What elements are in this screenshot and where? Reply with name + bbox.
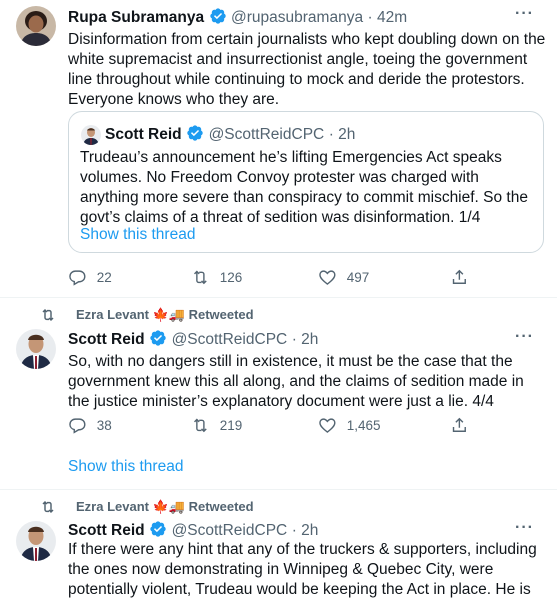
tweet-text: So, with no dangers still in existence, … — [68, 353, 524, 410]
display-name[interactable]: Scott Reid — [68, 522, 145, 539]
quote-timestamp: · 2h — [328, 126, 356, 143]
more-options-icon[interactable]: ··· — [515, 5, 534, 23]
reply-count: 22 — [96, 269, 112, 285]
reply-icon — [69, 270, 86, 286]
retweet-icon — [42, 308, 54, 322]
like-count: 1,465 — [346, 417, 381, 433]
avatar[interactable] — [16, 521, 56, 561]
retweeted-by-label: Ezra Levant 🍁🚚 Retweeted — [76, 307, 254, 322]
share-icon — [452, 417, 466, 432]
timestamp[interactable]: · 2h — [292, 331, 319, 348]
timestamp[interactable]: · 2h — [292, 522, 319, 539]
reply-button[interactable]: 22 — [68, 268, 112, 287]
like-button[interactable]: 1,465 — [318, 416, 381, 435]
show-this-thread-link[interactable]: Show this thread — [80, 226, 195, 244]
like-count: 497 — [346, 269, 370, 285]
timestamp[interactable]: · 42m — [368, 9, 408, 26]
retweet-count: 219 — [219, 417, 243, 433]
handle[interactable]: @ScottReidCPC — [172, 331, 288, 348]
heart-icon — [319, 418, 336, 433]
share-icon — [452, 269, 466, 284]
quoted-tweet[interactable]: Scott Reid @ScottReidCPC · 2h Trudeau’s … — [68, 111, 544, 253]
display-name[interactable]: Rupa Subramanya — [68, 9, 204, 26]
quote-handle: @ScottReidCPC — [208, 126, 325, 143]
share-button[interactable] — [450, 268, 469, 287]
retweet-button[interactable]: 126 — [191, 268, 242, 287]
retweet-context[interactable]: Ezra Levant 🍁🚚 Retweeted — [40, 307, 254, 323]
handle[interactable]: @ScottReidCPC — [172, 522, 288, 539]
retweet-context[interactable]: Ezra Levant 🍁🚚 Retweeted — [40, 499, 254, 515]
quote-display-name: Scott Reid — [105, 126, 182, 143]
verified-badge-icon — [187, 125, 203, 141]
more-options-icon[interactable]: ··· — [515, 519, 534, 537]
retweet-button[interactable]: 219 — [191, 416, 242, 435]
handle[interactable]: @rupasubramanya — [231, 9, 363, 26]
verified-badge-icon — [150, 330, 166, 346]
show-this-thread-link[interactable]: Show this thread — [68, 458, 183, 476]
divider — [0, 489, 557, 490]
reply-button[interactable]: 38 — [68, 416, 112, 435]
retweeted-by-label: Ezra Levant 🍁🚚 Retweeted — [76, 499, 254, 514]
tweet-text: Disinformation from certain journalists … — [68, 31, 546, 108]
retweet-icon — [194, 418, 207, 433]
avatar[interactable] — [16, 329, 56, 369]
retweet-count: 126 — [219, 269, 243, 285]
verified-badge-icon — [209, 8, 226, 24]
divider — [0, 297, 557, 298]
display-name[interactable]: Scott Reid — [68, 331, 145, 348]
reply-count: 38 — [96, 417, 112, 433]
retweet-icon — [194, 270, 207, 285]
avatar[interactable] — [16, 6, 56, 46]
reply-icon — [69, 418, 86, 434]
heart-icon — [319, 270, 336, 285]
verified-badge-icon — [150, 521, 166, 537]
more-options-icon[interactable]: ··· — [515, 328, 534, 346]
retweet-icon — [42, 500, 54, 514]
quote-text: Trudeau’s announcement he’s lifting Emer… — [80, 149, 528, 226]
like-button[interactable]: 497 — [318, 268, 369, 287]
avatar — [81, 125, 101, 145]
tweet-text: If there were any hint that any of the t… — [68, 541, 537, 598]
share-button[interactable] — [450, 416, 469, 435]
